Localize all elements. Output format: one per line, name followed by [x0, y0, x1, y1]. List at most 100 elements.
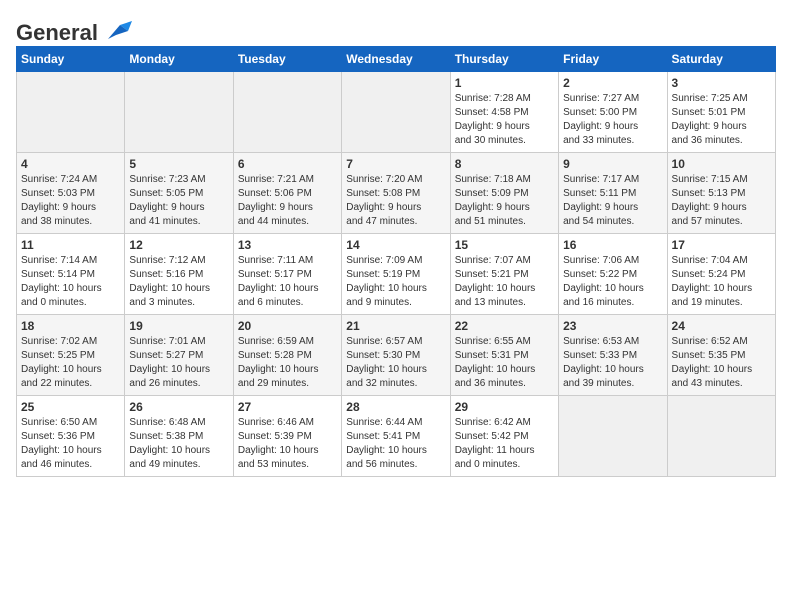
day-info: Sunrise: 6:50 AM Sunset: 5:36 PM Dayligh…	[21, 416, 120, 472]
day-info: Sunrise: 7:24 AM Sunset: 5:03 PM Dayligh…	[21, 173, 120, 229]
calendar-cell: 24 Sunrise: 6:52 AM Sunset: 5:35 PM Dayli…	[667, 315, 775, 396]
day-info: Sunrise: 6:59 AM Sunset: 5:28 PM Dayligh…	[238, 335, 337, 391]
calendar-cell: 26 Sunrise: 6:48 AM Sunset: 5:38 PM Dayli…	[125, 396, 233, 477]
calendar-cell: 29 Sunrise: 6:42 AM Sunset: 5:42 PM Dayli…	[450, 396, 558, 477]
calendar-cell	[233, 72, 341, 153]
day-number: 10	[672, 157, 771, 171]
day-info: Sunrise: 7:02 AM Sunset: 5:25 PM Dayligh…	[21, 335, 120, 391]
calendar-cell: 5Sunrise: 7:23 AM Sunset: 5:05 PM Daylig…	[125, 153, 233, 234]
day-number: 5	[129, 157, 228, 171]
calendar-cell	[342, 72, 450, 153]
day-number: 9	[563, 157, 662, 171]
logo-bird-icon	[100, 21, 132, 45]
day-number: 11	[21, 238, 120, 252]
day-info: Sunrise: 6:52 AM Sunset: 5:35 PM Dayligh…	[672, 335, 771, 391]
day-number: 2	[563, 76, 662, 90]
day-number: 25	[21, 400, 120, 414]
day-info: Sunrise: 6:48 AM Sunset: 5:38 PM Dayligh…	[129, 416, 228, 472]
day-number: 14	[346, 238, 445, 252]
day-info: Sunrise: 7:07 AM Sunset: 5:21 PM Dayligh…	[455, 254, 554, 310]
calendar-cell: 19Sunrise: 7:01 AM Sunset: 5:27 PM Dayli…	[125, 315, 233, 396]
calendar-cell	[559, 396, 667, 477]
day-info: Sunrise: 6:53 AM Sunset: 5:33 PM Dayligh…	[563, 335, 662, 391]
day-number: 8	[455, 157, 554, 171]
calendar-cell: 6 Sunrise: 7:21 AM Sunset: 5:06 PM Daylig…	[233, 153, 341, 234]
day-info: Sunrise: 7:06 AM Sunset: 5:22 PM Dayligh…	[563, 254, 662, 310]
calendar-cell: 14Sunrise: 7:09 AM Sunset: 5:19 PM Dayli…	[342, 234, 450, 315]
day-number: 13	[238, 238, 337, 252]
calendar-cell: 7 Sunrise: 7:20 AM Sunset: 5:08 PM Daylig…	[342, 153, 450, 234]
calendar-header-saturday: Saturday	[667, 47, 775, 72]
day-number: 16	[563, 238, 662, 252]
day-info: Sunrise: 7:11 AM Sunset: 5:17 PM Dayligh…	[238, 254, 337, 310]
calendar-cell: 15 Sunrise: 7:07 AM Sunset: 5:21 PM Dayli…	[450, 234, 558, 315]
calendar-cell: 18 Sunrise: 7:02 AM Sunset: 5:25 PM Dayli…	[17, 315, 125, 396]
calendar-cell	[667, 396, 775, 477]
day-info: Sunrise: 7:20 AM Sunset: 5:08 PM Dayligh…	[346, 173, 445, 229]
day-info: Sunrise: 7:21 AM Sunset: 5:06 PM Dayligh…	[238, 173, 337, 229]
day-number: 21	[346, 319, 445, 333]
day-info: Sunrise: 7:12 AM Sunset: 5:16 PM Dayligh…	[129, 254, 228, 310]
calendar-cell	[17, 72, 125, 153]
calendar-header-sunday: Sunday	[17, 47, 125, 72]
day-number: 20	[238, 319, 337, 333]
calendar-cell: 11 Sunrise: 7:14 AM Sunset: 5:14 PM Dayli…	[17, 234, 125, 315]
day-number: 18	[21, 319, 120, 333]
day-number: 19	[129, 319, 228, 333]
day-number: 3	[672, 76, 771, 90]
calendar-cell: 8 Sunrise: 7:18 AM Sunset: 5:09 PM Daylig…	[450, 153, 558, 234]
calendar-cell: 10Sunrise: 7:15 AM Sunset: 5:13 PM Dayli…	[667, 153, 775, 234]
day-info: Sunrise: 6:57 AM Sunset: 5:30 PM Dayligh…	[346, 335, 445, 391]
day-info: Sunrise: 6:55 AM Sunset: 5:31 PM Dayligh…	[455, 335, 554, 391]
calendar-cell: 16 Sunrise: 7:06 AM Sunset: 5:22 PM Dayli…	[559, 234, 667, 315]
day-info: Sunrise: 7:17 AM Sunset: 5:11 PM Dayligh…	[563, 173, 662, 229]
day-number: 12	[129, 238, 228, 252]
day-number: 6	[238, 157, 337, 171]
calendar-week-row: 4 Sunrise: 7:24 AM Sunset: 5:03 PM Daylig…	[17, 153, 776, 234]
day-number: 28	[346, 400, 445, 414]
day-info: Sunrise: 6:46 AM Sunset: 5:39 PM Dayligh…	[238, 416, 337, 472]
day-number: 15	[455, 238, 554, 252]
calendar-cell: 9 Sunrise: 7:17 AM Sunset: 5:11 PM Daylig…	[559, 153, 667, 234]
calendar-header-wednesday: Wednesday	[342, 47, 450, 72]
logo: General	[16, 20, 132, 42]
day-info: Sunrise: 6:42 AM Sunset: 5:42 PM Dayligh…	[455, 416, 554, 472]
day-number: 7	[346, 157, 445, 171]
calendar-cell: 4 Sunrise: 7:24 AM Sunset: 5:03 PM Daylig…	[17, 153, 125, 234]
logo-general: General	[16, 20, 98, 46]
day-number: 24	[672, 319, 771, 333]
calendar-cell: 2 Sunrise: 7:27 AM Sunset: 5:00 PM Daylig…	[559, 72, 667, 153]
calendar-cell: 28 Sunrise: 6:44 AM Sunset: 5:41 PM Dayli…	[342, 396, 450, 477]
page-header: General	[16, 16, 776, 42]
calendar-cell: 20 Sunrise: 6:59 AM Sunset: 5:28 PM Dayli…	[233, 315, 341, 396]
day-number: 4	[21, 157, 120, 171]
calendar-cell: 3 Sunrise: 7:25 AM Sunset: 5:01 PM Daylig…	[667, 72, 775, 153]
calendar-cell: 23 Sunrise: 6:53 AM Sunset: 5:33 PM Dayli…	[559, 315, 667, 396]
calendar-header-thursday: Thursday	[450, 47, 558, 72]
day-info: Sunrise: 7:27 AM Sunset: 5:00 PM Dayligh…	[563, 92, 662, 148]
calendar-cell: 27 Sunrise: 6:46 AM Sunset: 5:39 PM Dayli…	[233, 396, 341, 477]
calendar-week-row: 1Sunrise: 7:28 AM Sunset: 4:58 PM Daylig…	[17, 72, 776, 153]
calendar-week-row: 25 Sunrise: 6:50 AM Sunset: 5:36 PM Dayli…	[17, 396, 776, 477]
day-info: Sunrise: 7:04 AM Sunset: 5:24 PM Dayligh…	[672, 254, 771, 310]
calendar-week-row: 18 Sunrise: 7:02 AM Sunset: 5:25 PM Dayli…	[17, 315, 776, 396]
day-info: Sunrise: 7:18 AM Sunset: 5:09 PM Dayligh…	[455, 173, 554, 229]
day-info: Sunrise: 7:25 AM Sunset: 5:01 PM Dayligh…	[672, 92, 771, 148]
day-info: Sunrise: 6:44 AM Sunset: 5:41 PM Dayligh…	[346, 416, 445, 472]
calendar-header-monday: Monday	[125, 47, 233, 72]
day-info: Sunrise: 7:14 AM Sunset: 5:14 PM Dayligh…	[21, 254, 120, 310]
day-number: 29	[455, 400, 554, 414]
calendar-cell: 22 Sunrise: 6:55 AM Sunset: 5:31 PM Dayli…	[450, 315, 558, 396]
day-number: 27	[238, 400, 337, 414]
calendar-header-tuesday: Tuesday	[233, 47, 341, 72]
calendar-cell: 17Sunrise: 7:04 AM Sunset: 5:24 PM Dayli…	[667, 234, 775, 315]
calendar-header-friday: Friday	[559, 47, 667, 72]
calendar-cell: 21 Sunrise: 6:57 AM Sunset: 5:30 PM Dayli…	[342, 315, 450, 396]
calendar-week-row: 11 Sunrise: 7:14 AM Sunset: 5:14 PM Dayli…	[17, 234, 776, 315]
day-number: 26	[129, 400, 228, 414]
day-number: 23	[563, 319, 662, 333]
day-number: 22	[455, 319, 554, 333]
day-info: Sunrise: 7:28 AM Sunset: 4:58 PM Dayligh…	[455, 92, 554, 148]
calendar-cell: 1Sunrise: 7:28 AM Sunset: 4:58 PM Daylig…	[450, 72, 558, 153]
calendar-cell: 13 Sunrise: 7:11 AM Sunset: 5:17 PM Dayli…	[233, 234, 341, 315]
